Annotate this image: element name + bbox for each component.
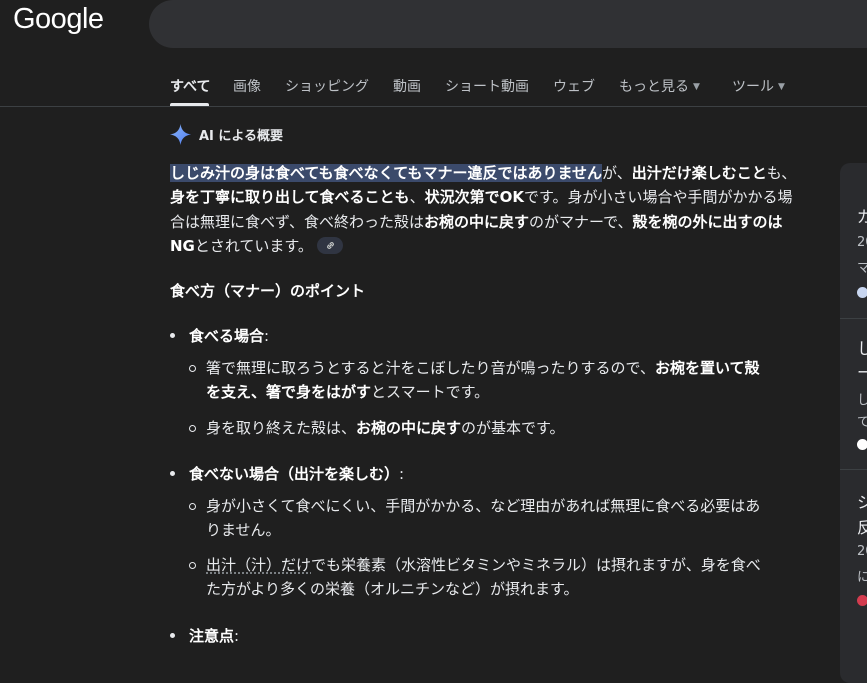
google-logo[interactable]: Google [13, 3, 104, 36]
chevron-down-icon: ▼ [693, 82, 700, 92]
bullet-label: 食べない場合（出汁を楽しむ） [189, 465, 400, 483]
bullet-label: 食べる場合 [189, 327, 265, 345]
source-card-title[interactable]: し [857, 335, 867, 359]
glossary-term[interactable]: 出汁（汁）だけ [206, 556, 311, 574]
card-divider [840, 318, 867, 319]
highlighted-answer: しじみ汁の身は食べても食べなくてもマナー違反ではありません [170, 164, 603, 182]
search-input[interactable] [149, 0, 867, 48]
tab-web[interactable]: ウェブ [553, 76, 595, 96]
gemini-sparkle-icon [169, 123, 192, 146]
tab-short-videos[interactable]: ショート動画 [445, 76, 529, 96]
tab-tools[interactable]: ツール ▼ [732, 76, 785, 96]
site-favicon-icon [857, 439, 867, 450]
tab-more[interactable]: もっと見る ▼ [619, 76, 700, 96]
source-cards-panel[interactable]: ガ 20 マ し ー し て シ 反 20 に [840, 163, 867, 683]
sub-list-item: 身を取り終えた殻は、お椀の中に戻すのが基本です。 [189, 416, 800, 440]
tab-images[interactable]: 画像 [233, 76, 261, 96]
ai-overview-header: AI による概要 [169, 123, 283, 146]
bullet-ring [189, 365, 196, 372]
bullet-dot [170, 471, 175, 476]
tab-shopping[interactable]: ショッピング [285, 76, 369, 96]
bullet-dot [170, 633, 175, 638]
source-link-chip[interactable] [316, 237, 343, 255]
chevron-down-icon: ▼ [778, 82, 785, 92]
source-card-title[interactable]: ー [857, 359, 867, 383]
source-card-snippet: し [857, 393, 867, 408]
source-card-snippet: マ [857, 261, 867, 276]
site-favicon-icon [857, 287, 867, 298]
tab-videos[interactable]: 動画 [393, 76, 421, 96]
source-card-snippet: て [857, 415, 867, 430]
link-icon [327, 242, 334, 250]
bullet-dot [170, 333, 175, 338]
bullet-ring [189, 503, 196, 510]
source-card-date: 20 [857, 544, 867, 559]
bullet-ring [189, 562, 196, 569]
tabs-divider [0, 106, 867, 107]
ai-summary-paragraph: しじみ汁の身は食べても食べなくてもマナー違反ではありませんが、出汁だけ楽しむこと… [170, 164, 797, 256]
card-divider [840, 469, 867, 470]
ai-overview-title: AI による概要 [199, 129, 284, 144]
section-title: 食べ方（マナー）のポイント [170, 282, 366, 300]
source-card-snippet: に [857, 570, 867, 585]
bullet-ring [189, 425, 196, 432]
sub-list-item: 身が小さくて食べにくい、手間がかかる、など理由があれば無理に食べる必要はあ りませ… [189, 494, 800, 542]
source-card-title[interactable]: ガ [857, 203, 867, 227]
source-card-title[interactable]: シ [857, 489, 867, 513]
site-favicon-icon [857, 595, 867, 606]
sub-list-item: 出汁（汁）だけでも栄養素（水溶性ビタミンやミネラル）は摂れますが、身を食べ た方が… [189, 553, 800, 601]
sub-list-item: 箸で無理に取ろうとすると汁をこぼしたり音が鳴ったりするので、お椀を置いて殻 を支え… [189, 356, 800, 404]
source-card-title[interactable]: 反 [857, 514, 867, 538]
source-card-date: 20 [857, 235, 867, 250]
ai-overview-content: しじみ汁の身は食べても食べなくてもマナー違反ではありませんが、出汁だけ楽しむこと… [170, 161, 800, 645]
bullet-label: 注意点 [189, 627, 235, 645]
tab-all[interactable]: すべて [170, 76, 210, 96]
